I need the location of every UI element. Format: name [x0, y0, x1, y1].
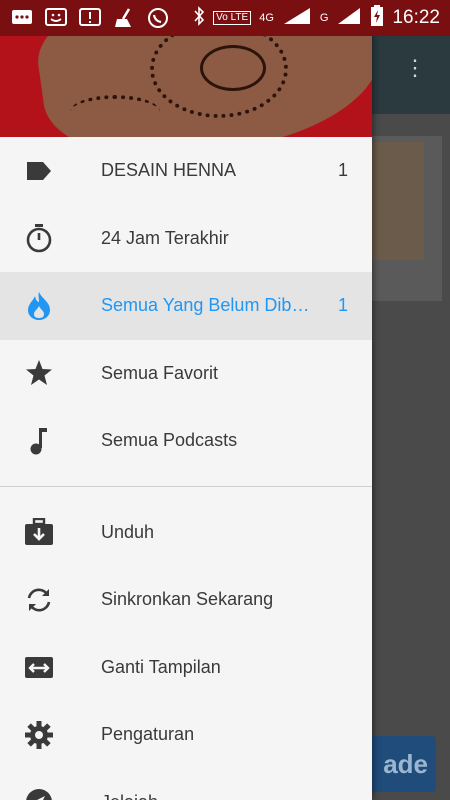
- drawer-item-label: DESAIN HENNA: [101, 160, 237, 181]
- stopwatch-icon: [24, 223, 54, 253]
- background-article-thumbnail: [372, 142, 424, 260]
- drawer-item-jelajah[interactable]: Jelajah: [0, 769, 372, 800]
- drawer-item-label: Semua Favorit: [101, 362, 219, 383]
- flame-icon: [24, 291, 54, 321]
- drawer-item-label: Semua Yang Belum Dibaca: [101, 295, 312, 316]
- clock: 16:22: [392, 7, 440, 28]
- signal-icon: [282, 6, 312, 31]
- drawer-item-label: Semua Podcasts: [101, 430, 238, 451]
- drawer-item-unduh[interactable]: Unduh: [0, 499, 372, 567]
- gear-icon: [24, 720, 54, 750]
- signal-2-icon: [336, 6, 362, 31]
- henna-pattern-finger: [70, 95, 160, 129]
- drawer-item-label: 24 Jam Terakhir: [101, 227, 229, 248]
- compass-icon: [24, 787, 54, 800]
- message-icon: [10, 7, 34, 29]
- network-4g-label: 4G: [259, 12, 274, 24]
- drawer-item-semua-podcasts[interactable]: Semua Podcasts: [0, 407, 372, 475]
- alert-notification-icon: [78, 7, 102, 29]
- drawer-item-semua-belum-dibaca[interactable]: Semua Yang Belum Dibaca 1: [0, 272, 372, 340]
- battery-charging-icon: [370, 4, 384, 32]
- network-g-label: G: [319, 12, 329, 24]
- switch-view-icon: [24, 652, 54, 682]
- drawer-item-desain-henna[interactable]: DESAIN HENNA 1: [0, 137, 372, 205]
- drawer-divider: [0, 485, 372, 487]
- tag-icon: [24, 156, 54, 186]
- star-icon: [24, 358, 54, 388]
- drawer-item-ganti-tampilan[interactable]: Ganti Tampilan: [0, 634, 372, 702]
- drawer-item-label: Jelajah: [101, 792, 312, 800]
- smiley-notification-icon: [44, 7, 68, 29]
- unread-count: 1: [337, 295, 348, 316]
- status-bar: Vo LTE 4G G 16:22: [0, 0, 450, 36]
- drawer-item-label: Sinkronkan Sekarang: [101, 589, 274, 610]
- overflow-menu-icon: ⋮: [404, 55, 426, 80]
- volte-badge: Vo LTE: [213, 11, 252, 25]
- sync-icon: [24, 585, 54, 615]
- download-briefcase-icon: [24, 517, 54, 547]
- cleaner-icon: [112, 7, 136, 29]
- drawer-item-label: Ganti Tampilan: [101, 656, 221, 677]
- drawer-item-sinkronkan[interactable]: Sinkronkan Sekarang: [0, 566, 372, 634]
- whatsapp-icon: [146, 7, 170, 29]
- henna-pattern-inner: [200, 45, 266, 91]
- drawer-item-label: Unduh: [101, 521, 155, 542]
- drawer-item-24-jam-terakhir[interactable]: 24 Jam Terakhir: [0, 205, 372, 273]
- drawer-item-label: Pengaturan: [101, 724, 195, 745]
- navigation-drawer: DESAIN HENNA 1 24 Jam Terakhir Semua Yan…: [0, 0, 372, 800]
- drawer-item-semua-favorit[interactable]: Semua Favorit: [0, 340, 372, 408]
- drawer-item-pengaturan[interactable]: Pengaturan: [0, 701, 372, 769]
- music-note-icon: [24, 426, 54, 456]
- drawer-menu: DESAIN HENNA 1 24 Jam Terakhir Semua Yan…: [0, 137, 372, 800]
- unread-count: 1: [337, 160, 348, 181]
- bluetooth-icon: [193, 5, 205, 31]
